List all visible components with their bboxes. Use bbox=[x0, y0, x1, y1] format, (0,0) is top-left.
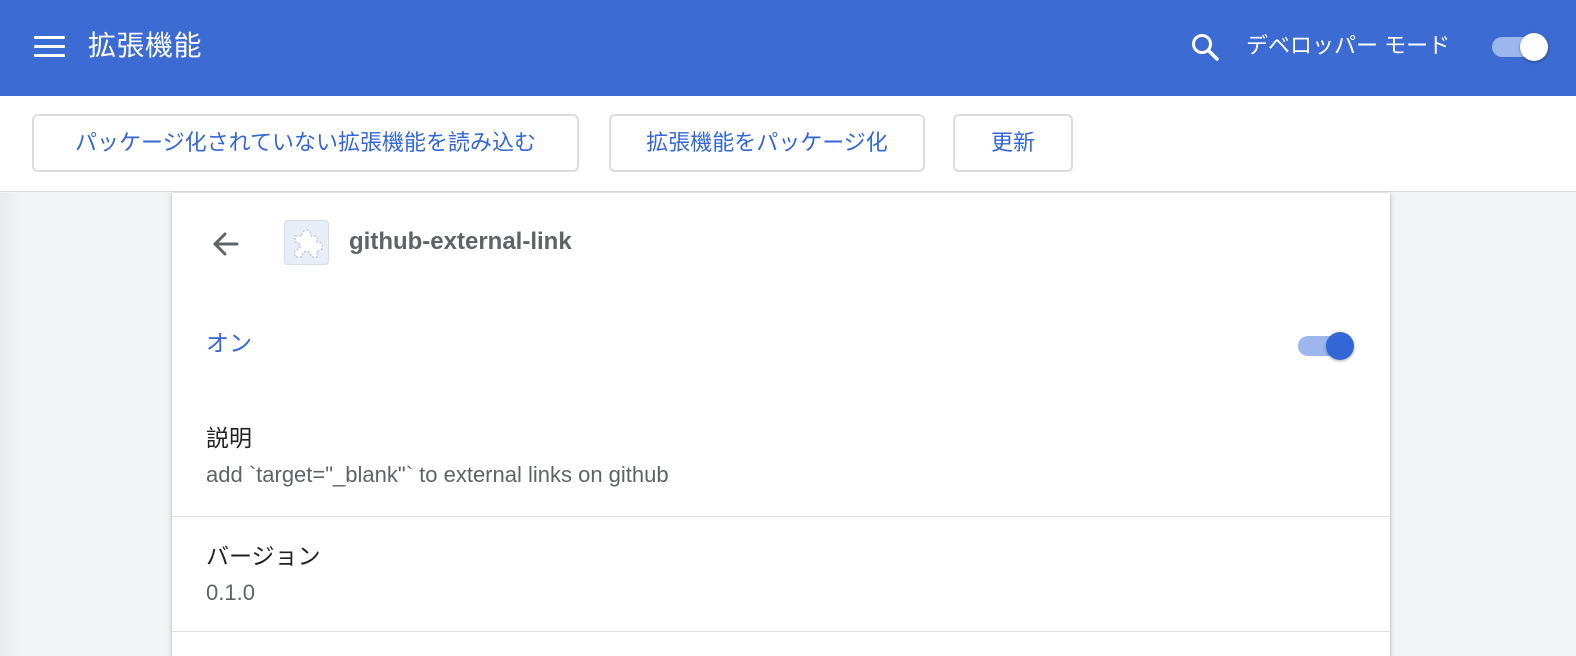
extensions-page: 拡張機能 デベロッパー モード パッケージ化されていない拡張機能を読み込む 拡張… bbox=[0, 0, 1576, 656]
enabled-status-label: オン bbox=[206, 330, 252, 356]
menu-icon[interactable] bbox=[34, 34, 66, 60]
version-label: バージョン bbox=[206, 543, 321, 569]
developer-mode-toggle[interactable] bbox=[1492, 30, 1550, 61]
toggle-knob bbox=[1520, 33, 1548, 61]
extension-enable-toggle[interactable] bbox=[1298, 329, 1356, 360]
description-value: add `target="_blank"` to external links … bbox=[206, 462, 669, 487]
version-value: 0.1.0 bbox=[206, 580, 255, 605]
load-unpacked-button[interactable]: パッケージ化されていない拡張機能を読み込む bbox=[32, 114, 579, 172]
side-shade bbox=[0, 193, 20, 656]
extension-detail-card: github-external-link オン 説明 add `target="… bbox=[172, 193, 1390, 656]
toolbar: パッケージ化されていない拡張機能を読み込む 拡張機能をパッケージ化 更新 bbox=[0, 96, 1576, 192]
app-header: 拡張機能 デベロッパー モード bbox=[0, 0, 1576, 96]
description-label: 説明 bbox=[206, 425, 252, 451]
pack-extension-button[interactable]: 拡張機能をパッケージ化 bbox=[609, 114, 925, 172]
search-icon[interactable] bbox=[1188, 30, 1222, 64]
extension-icon bbox=[284, 220, 329, 265]
update-button[interactable]: 更新 bbox=[953, 114, 1073, 172]
divider bbox=[172, 631, 1390, 632]
page-title: 拡張機能 bbox=[88, 30, 203, 61]
puzzle-piece-icon bbox=[294, 229, 324, 258]
back-arrow-icon[interactable] bbox=[208, 227, 242, 261]
extension-name: github-external-link bbox=[349, 228, 572, 255]
divider bbox=[172, 516, 1390, 517]
developer-mode-label: デベロッパー モード bbox=[1246, 33, 1451, 58]
toggle-knob bbox=[1326, 332, 1354, 360]
